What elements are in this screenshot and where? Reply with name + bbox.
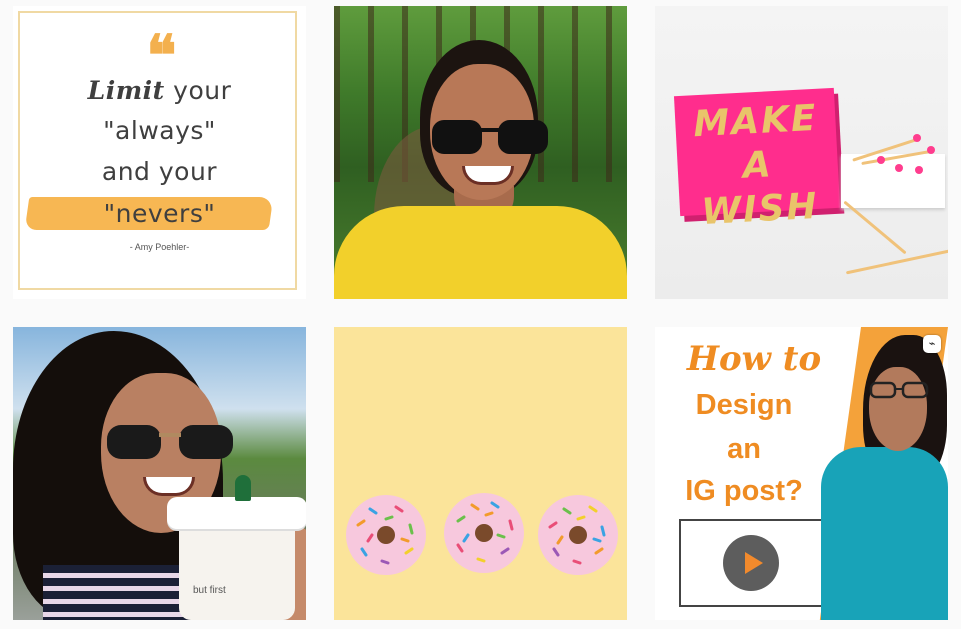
- video-title-line-1: How to: [686, 339, 822, 379]
- matchbox: [841, 154, 945, 208]
- make-a-wish-box: MAKE A WISH: [673, 87, 841, 233]
- match-head: [927, 146, 935, 154]
- sunglasses-icon: [107, 425, 233, 459]
- wish-text-line-2: A WISH: [700, 144, 820, 233]
- quote-lead-word: Limit: [87, 76, 165, 105]
- match-head: [913, 134, 921, 142]
- wish-text-line-1: MAKE: [692, 97, 819, 146]
- quote-line-2: "always": [103, 116, 216, 145]
- video-title-line-3: an: [727, 433, 761, 465]
- post-tile-how-to-video[interactable]: How to Design an IG post? ⌁: [655, 327, 948, 620]
- match-head: [895, 164, 903, 172]
- wish-text: MAKE A WISH: [674, 96, 841, 236]
- quote-attribution: - Amy Poehler-: [129, 242, 190, 252]
- quote-line-4: "nevers": [103, 199, 216, 228]
- video-title-line-2: Design: [695, 389, 793, 421]
- donut-hole: [377, 526, 395, 544]
- quote-line-1-text: your: [173, 76, 232, 105]
- donut-hole: [569, 526, 587, 544]
- match-head: [915, 166, 923, 174]
- eyeglasses-icon: [869, 381, 929, 399]
- cup-text: but first: [193, 585, 226, 596]
- donut: [538, 495, 618, 575]
- post-tile-coffee-selfie[interactable]: but first: [13, 327, 306, 620]
- play-icon[interactable]: [723, 535, 779, 591]
- video-title-line-4: IG post?: [685, 475, 803, 507]
- post-tile-make-a-wish[interactable]: MAKE A WISH: [655, 6, 948, 299]
- igtv-icon: ⌁: [923, 335, 941, 353]
- cup-lid: [167, 497, 306, 529]
- sunglasses-icon: [432, 120, 548, 154]
- loose-match: [845, 248, 948, 275]
- post-tile-quote[interactable]: ❝ Limit your "always" and your "nevers" …: [13, 6, 306, 299]
- quote-line-3: and your: [101, 157, 218, 186]
- match-head: [877, 156, 885, 164]
- donut: [444, 493, 524, 573]
- video-frame: [679, 519, 823, 607]
- post-tile-donuts[interactable]: [334, 327, 627, 620]
- green-stopper: [235, 475, 251, 501]
- yellow-shirt: [334, 206, 627, 299]
- quote-line-1: Limit your: [13, 76, 306, 105]
- loose-match: [843, 200, 907, 255]
- striped-top: [43, 565, 193, 620]
- donut: [346, 495, 426, 575]
- teal-top: [821, 447, 948, 620]
- donut-hole: [475, 524, 493, 542]
- post-tile-forest-selfie[interactable]: [334, 6, 627, 299]
